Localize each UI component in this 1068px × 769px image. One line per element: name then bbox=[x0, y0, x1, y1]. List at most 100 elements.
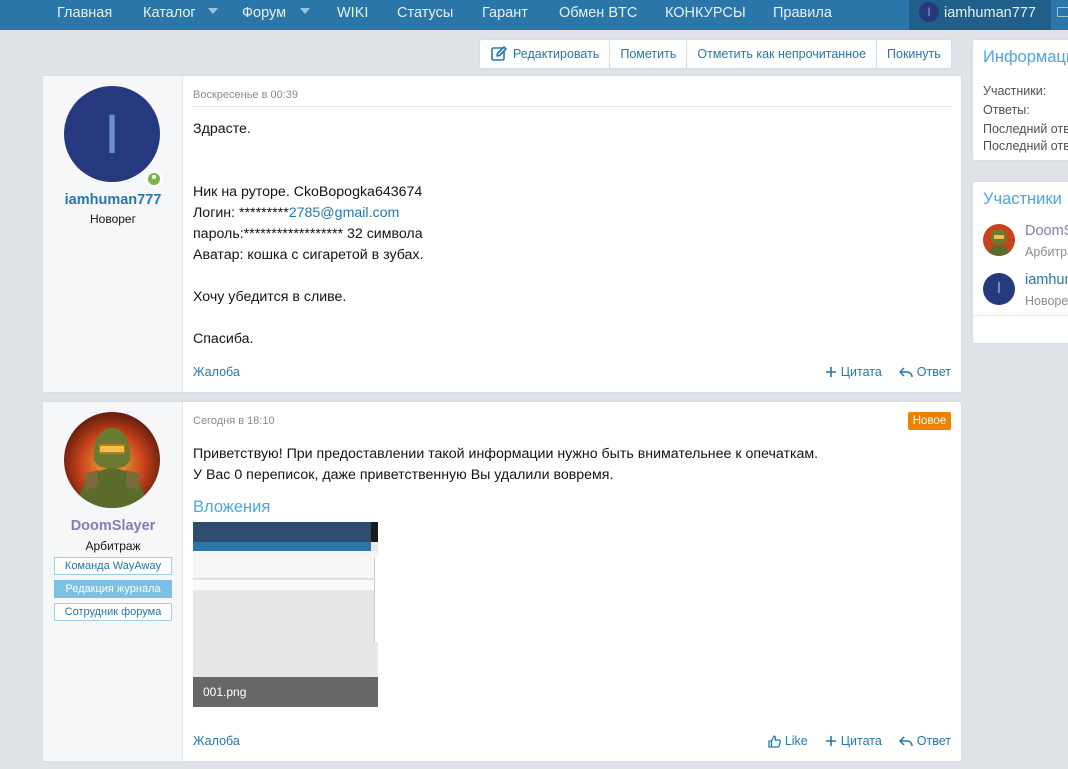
mark-unread-button[interactable]: Отметить как непрочитанное bbox=[686, 40, 876, 68]
nav-catalog-label: Каталог bbox=[143, 5, 196, 21]
online-status-icon bbox=[145, 170, 163, 188]
edit-label: Редактировать bbox=[513, 47, 600, 61]
reply-icon bbox=[899, 367, 913, 378]
post-username-text: DoomSlayer bbox=[70, 518, 156, 534]
mail-icon[interactable] bbox=[1057, 7, 1068, 17]
thumbs-up-icon bbox=[768, 735, 781, 748]
reply-label: Ответ bbox=[916, 365, 951, 379]
nav-btc-exchange[interactable]: Обмен BTC bbox=[559, 0, 637, 30]
post-text-line: Ник на руторе. CkoBopogka643674 bbox=[193, 184, 423, 200]
quote-button[interactable]: Цитата bbox=[825, 362, 882, 382]
user-title: Арбитраж bbox=[85, 539, 141, 553]
post-text-line: пароль:****************** 32 символа bbox=[193, 226, 423, 242]
plus-icon bbox=[825, 367, 836, 377]
quote-button[interactable]: Цитата bbox=[825, 731, 882, 751]
nav-statuses[interactable]: Статусы bbox=[397, 0, 453, 30]
participant-name-text: DoomSlayer bbox=[1025, 223, 1068, 239]
edit-button[interactable]: Редактировать bbox=[480, 40, 609, 68]
participant-name[interactable]: DoomSlayer bbox=[1025, 223, 1068, 239]
email-link[interactable]: 2785@gmail.com bbox=[289, 205, 400, 221]
top-nav: Главная Каталог Форум WIKI Статусы Гаран… bbox=[0, 0, 1068, 30]
reply-button[interactable]: Ответ bbox=[899, 731, 951, 751]
post-text-line: Аватар: кошка с сигаретой в зубах. bbox=[193, 247, 424, 263]
divider bbox=[973, 315, 1068, 316]
nav-home[interactable]: Главная bbox=[57, 0, 112, 30]
post-main: Сегодня в 18:10 Новое Приветствую! При п… bbox=[193, 402, 951, 761]
report-link[interactable]: Жалоба bbox=[193, 362, 240, 382]
avatar[interactable]: I bbox=[64, 86, 160, 182]
nav-catalog[interactable]: Каталог bbox=[143, 0, 218, 30]
reply-button[interactable]: Ответ bbox=[899, 362, 951, 382]
post-text-line: Здрасте. bbox=[193, 121, 251, 137]
like-button[interactable]: Like bbox=[768, 731, 808, 751]
post-date[interactable]: Сегодня в 18:10 bbox=[193, 415, 275, 427]
post-text-line: Хочу убедится в сливе. bbox=[193, 289, 347, 305]
message-post: I iamhuman777 Новорег Воскресенье в 00:3… bbox=[42, 75, 962, 393]
doom-avatar-icon bbox=[983, 224, 1015, 256]
thread-info-block: Информация Участники: Ответы: Последний … bbox=[972, 39, 1068, 161]
new-badge: Новое bbox=[908, 412, 951, 430]
doom-avatar-icon bbox=[64, 412, 160, 508]
participant-title: Арбитраж bbox=[1025, 245, 1068, 259]
post-text-line: Спасиба. bbox=[193, 331, 254, 347]
thread-actions: Редактировать Пометить Отметить как непр… bbox=[479, 39, 952, 69]
info-row: Ответы: bbox=[983, 103, 1030, 117]
post-username[interactable]: iamhuman777 bbox=[43, 192, 183, 208]
nav-guarantee[interactable]: Гарант bbox=[482, 0, 528, 30]
post-text-line: У Вас 0 переписок, даже приветственную В… bbox=[193, 467, 614, 483]
mark-button[interactable]: Пометить bbox=[609, 40, 686, 68]
caret-down-icon[interactable] bbox=[207, 8, 218, 15]
post-text-fragment: Логин: ********* bbox=[193, 205, 289, 221]
attachments-title: Вложения bbox=[193, 498, 271, 516]
nav-forum[interactable]: Форум bbox=[242, 0, 311, 30]
post-body: Здрасте. Ник на руторе. CkoBopogka643674… bbox=[193, 119, 423, 350]
divider bbox=[193, 106, 951, 107]
user-banner: Сотрудник форума bbox=[54, 603, 172, 621]
avatar[interactable] bbox=[983, 224, 1015, 256]
nav-user-menu[interactable]: I iamhuman777 bbox=[909, 0, 1051, 30]
avatar[interactable]: I bbox=[983, 273, 1015, 305]
nav-rules[interactable]: Правила bbox=[773, 0, 832, 30]
like-label: Like bbox=[784, 734, 808, 748]
nav-username: iamhuman777 bbox=[944, 5, 1036, 21]
avatar[interactable] bbox=[64, 412, 160, 508]
participants-block: Участники DoomSlayer Арбитраж I iamhuman… bbox=[972, 181, 1068, 344]
screenshot-preview bbox=[193, 542, 371, 551]
leave-button[interactable]: Покинуть bbox=[876, 40, 951, 68]
attachment-thumbnail[interactable]: 001.png bbox=[193, 522, 378, 707]
screenshot-preview bbox=[193, 580, 375, 590]
post-footer: Жалоба Like Цитата Ответ bbox=[193, 731, 951, 751]
post-user-cell: I iamhuman777 Новорег bbox=[43, 76, 183, 392]
user-banner: Команда WayAway bbox=[54, 557, 172, 575]
screenshot-preview bbox=[374, 557, 378, 642]
edit-icon bbox=[491, 46, 507, 61]
post-username[interactable]: DoomSlayer bbox=[43, 518, 183, 534]
user-title: Новорег bbox=[90, 212, 136, 226]
nav-forum-label: Форум bbox=[242, 5, 287, 21]
info-row: Последний ответ: bbox=[983, 139, 1068, 153]
post-username-text: iamhuman777 bbox=[64, 192, 162, 208]
caret-down-icon[interactable] bbox=[300, 8, 311, 15]
nav-contests[interactable]: КОНКУРСЫ bbox=[665, 0, 746, 30]
screenshot-preview bbox=[193, 522, 371, 542]
reply-icon bbox=[899, 736, 913, 747]
message-post: DoomSlayer Арбитраж Команда WayAway Реда… bbox=[42, 401, 962, 762]
participant-name[interactable]: iamhuman777 bbox=[1025, 272, 1068, 288]
report-link[interactable]: Жалоба bbox=[193, 731, 240, 751]
plus-icon bbox=[825, 736, 836, 746]
post-date[interactable]: Воскресенье в 00:39 bbox=[193, 89, 298, 101]
screenshot-preview bbox=[371, 522, 378, 542]
nav-wiki[interactable]: WIKI bbox=[337, 0, 368, 30]
info-title: Информация bbox=[983, 48, 1068, 66]
screenshot-preview bbox=[193, 557, 375, 579]
participants-title: Участники bbox=[983, 190, 1062, 208]
reply-label: Ответ bbox=[916, 734, 951, 748]
info-row: Участники: bbox=[983, 84, 1047, 98]
avatar: I bbox=[919, 2, 939, 22]
info-row: Последний ответ: bbox=[983, 122, 1068, 136]
post-main: Воскресенье в 00:39 Здрасте. Ник на руто… bbox=[193, 76, 951, 392]
post-user-cell: DoomSlayer Арбитраж Команда WayAway Реда… bbox=[43, 402, 183, 761]
quote-label: Цитата bbox=[840, 734, 882, 748]
user-banner: Редакция журнала bbox=[54, 580, 172, 598]
quote-label: Цитата bbox=[840, 365, 882, 379]
